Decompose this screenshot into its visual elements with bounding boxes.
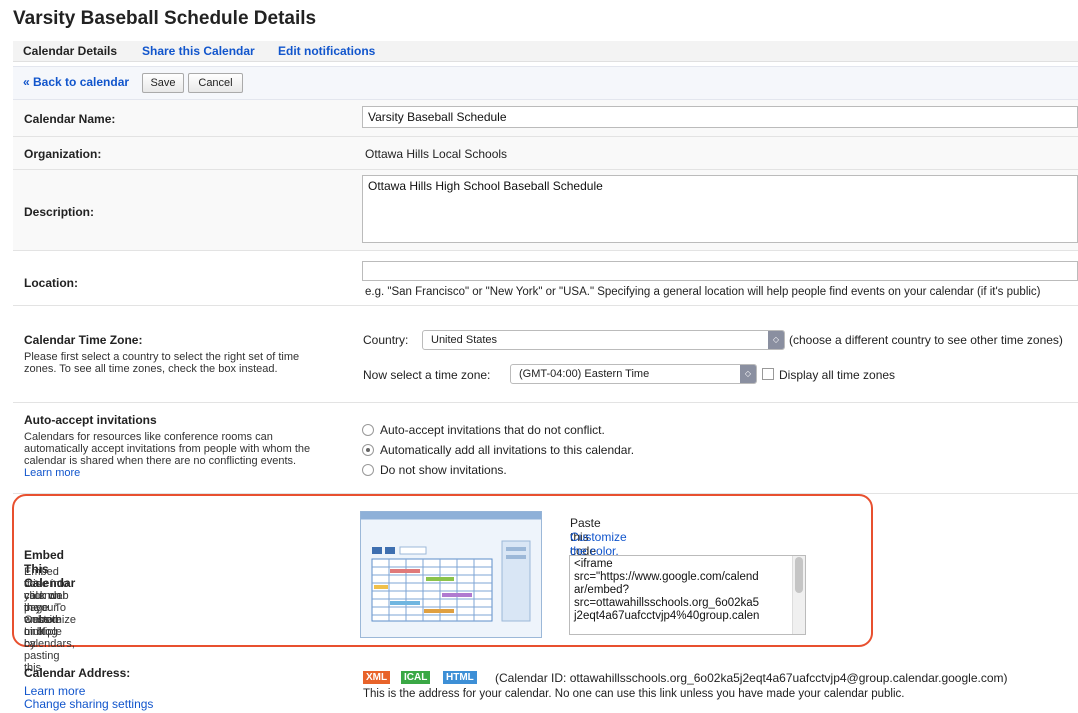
radio-add-all[interactable] <box>362 444 374 456</box>
address-learn-more-link[interactable]: Learn more <box>24 685 85 697</box>
location-label: Location: <box>24 276 78 290</box>
ical-badge[interactable]: ICAL <box>401 671 431 684</box>
display-all-label: Display all time zones <box>779 368 896 382</box>
country-select[interactable]: United States ◇ <box>422 330 785 350</box>
page-title: Varsity Baseball Schedule Details <box>13 8 317 29</box>
radio-auto-accept[interactable] <box>362 424 374 436</box>
code-line: <iframe <box>574 558 613 570</box>
tab-share-calendar[interactable]: Share this Calendar <box>142 44 255 58</box>
address-note: This is the address for your calendar. N… <box>363 688 905 700</box>
country-select-value: United States <box>431 334 498 346</box>
select-arrows-icon: ◇ <box>768 331 784 349</box>
organization-label: Organization: <box>24 147 102 161</box>
country-hint: (choose a different country to see other… <box>789 333 1063 347</box>
tab-edit-notifications[interactable]: Edit notifications <box>278 44 375 58</box>
xml-badge[interactable]: XML <box>363 671 391 684</box>
country-label: Country: <box>363 333 409 347</box>
toolbar: « Back to calendar Save Cancel <box>13 66 1078 100</box>
calendar-name-input[interactable]: Varsity Baseball Schedule <box>362 106 1078 128</box>
code-line: j2eqt4a67uafcctvjp4%40group.calen <box>574 610 760 622</box>
embed-desc-3: click on the Customize Link <box>24 590 76 638</box>
code-line: src=ottawahillsschools.org_6o02ka5 <box>574 597 760 609</box>
description-label: Description: <box>24 205 95 219</box>
select-arrows-icon: ◇ <box>740 365 756 383</box>
time-zone-desc-2: zones. To see all time zones, check the … <box>24 363 278 375</box>
radio-auto-accept-label: Auto-accept invitations that do not conf… <box>380 423 605 437</box>
radio-do-not-show-label: Do not show invitations. <box>380 463 507 477</box>
code-line: src="https://www.google.com/calend <box>574 571 759 583</box>
time-zone-row: Calendar Time Zone: Please first select … <box>13 306 1078 403</box>
cancel-button[interactable]: Cancel <box>188 73 243 93</box>
auto-accept-desc-2: automatically accept invitations from pe… <box>24 443 311 455</box>
calendar-name-label: Calendar Name: <box>24 112 116 126</box>
auto-accept-label: Auto-accept invitations <box>24 413 157 427</box>
radio-add-all-label: Automatically add all invitations to thi… <box>380 443 635 457</box>
time-zone-select-value: (GMT-04:00) Eastern Time <box>519 368 650 380</box>
auto-accept-learn-more-link[interactable]: Learn more <box>24 467 80 479</box>
embed-code-textarea[interactable]: <iframe src="https://www.google.com/cale… <box>569 555 806 635</box>
scrollbar-thumb[interactable] <box>795 557 803 593</box>
organization-row: Organization: Ottawa Hills Local Schools <box>13 137 1078 170</box>
organization-value: Ottawa Hills Local Schools <box>365 147 508 161</box>
html-badge[interactable]: HTML <box>443 671 477 684</box>
change-sharing-link[interactable]: Change sharing settings <box>24 698 153 710</box>
location-input[interactable] <box>362 261 1078 281</box>
auto-accept-desc-1: Calendars for resources like conference … <box>24 431 273 443</box>
code-line: ar/embed? <box>574 584 629 596</box>
location-hint: e.g. "San Francisco" or "New York" or "U… <box>365 286 1041 298</box>
calendar-id: (Calendar ID: ottawahillsschools.org_6o0… <box>495 671 1008 685</box>
zone-label: Now select a time zone: <box>363 368 491 382</box>
tab-bar: Calendar Details Share this Calendar Edi… <box>13 41 1078 62</box>
display-all-checkbox[interactable] <box>762 368 774 380</box>
description-row: Description: Ottawa Hills High School Ba… <box>13 170 1078 251</box>
auto-accept-desc-3: calendar is shared when there are no con… <box>24 455 297 467</box>
calendar-embed-illustration <box>360 511 542 638</box>
save-button[interactable]: Save <box>142 73 184 93</box>
description-textarea[interactable]: Ottawa Hills High School Baseball Schedu… <box>362 175 1078 243</box>
auto-accept-row: Auto-accept invitations Calendars for re… <box>13 403 1078 494</box>
calendar-address-label: Calendar Address: <box>24 666 131 680</box>
time-zone-select[interactable]: (GMT-04:00) Eastern Time ◇ <box>510 364 757 384</box>
time-zone-desc-1: Please first select a country to select … <box>24 351 300 363</box>
tab-calendar-details[interactable]: Calendar Details <box>23 44 117 58</box>
time-zone-label: Calendar Time Zone: <box>24 333 143 347</box>
back-to-calendar-link[interactable]: « Back to calendar <box>23 75 129 89</box>
code-scrollbar[interactable] <box>792 556 805 634</box>
radio-do-not-show[interactable] <box>362 464 374 476</box>
calendar-name-row: Calendar Name: Varsity Baseball Schedule <box>13 100 1078 137</box>
location-row: Location: e.g. "San Francisco" or "New Y… <box>13 251 1078 306</box>
